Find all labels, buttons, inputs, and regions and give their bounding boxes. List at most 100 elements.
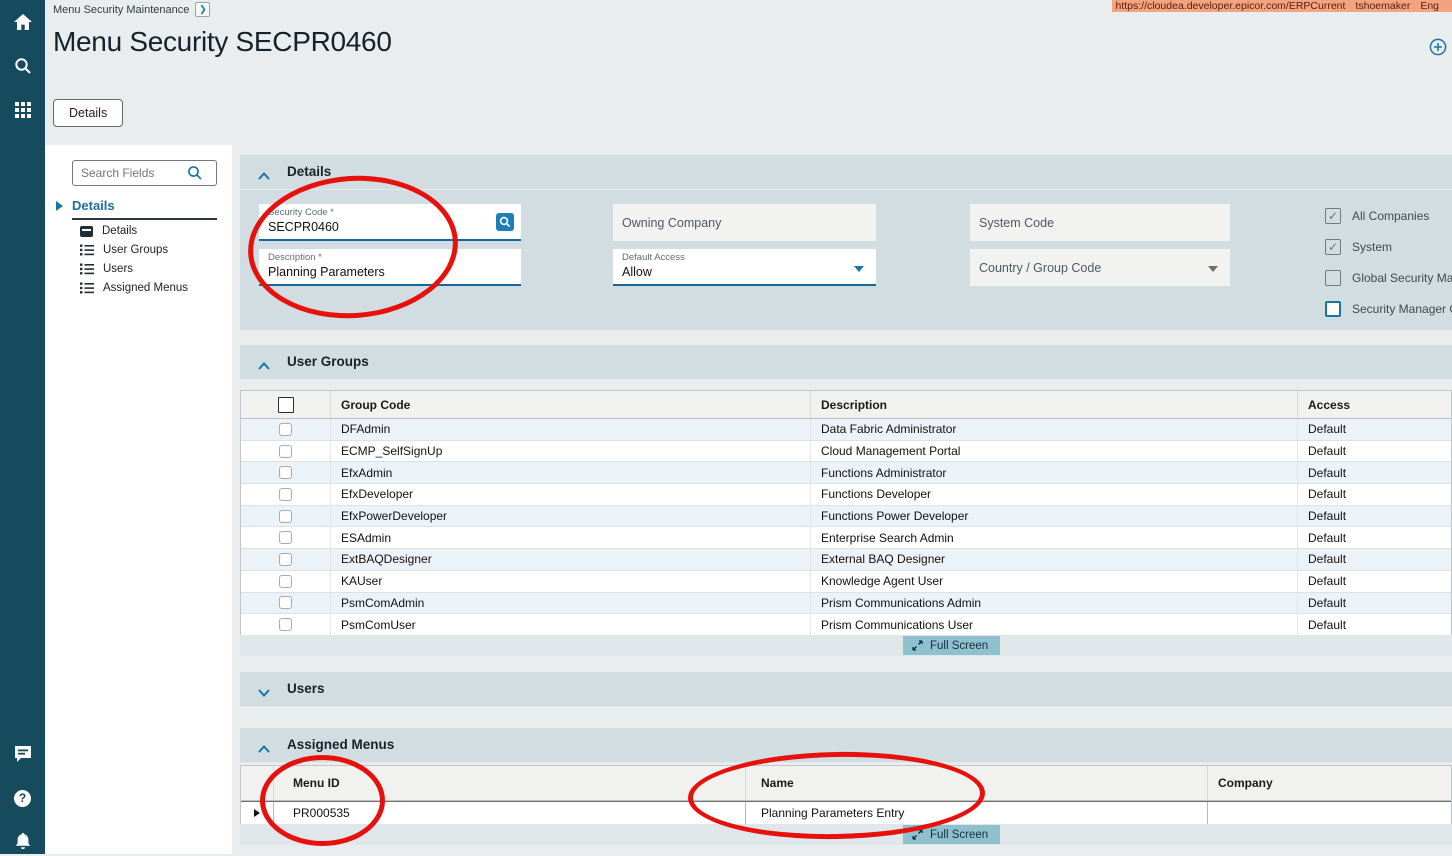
cell-access[interactable]: Default [1298,593,1451,614]
user-group-row[interactable]: EfxAdminFunctions AdministratorDefault [241,462,1451,484]
row-select-cell[interactable] [241,593,331,614]
collapse-chevron-icon[interactable] [258,740,270,758]
checkbox-box[interactable] [1325,301,1341,317]
lookup-search-icon[interactable] [496,213,514,231]
cell-access[interactable]: Default [1298,549,1451,570]
row-checkbox[interactable] [279,488,292,501]
cell-description[interactable]: Prism Communications Admin [811,593,1298,614]
expand-chevron-icon[interactable] [258,684,270,702]
dropdown-caret-icon[interactable] [854,266,864,272]
row-select-cell[interactable] [241,571,331,592]
add-new-icon[interactable] [1429,38,1447,61]
tree-header-details[interactable]: Details [72,198,115,213]
row-checkbox[interactable] [279,531,292,544]
description-field[interactable]: Description * Planning Parameters [259,249,521,286]
cell-description[interactable]: External BAQ Designer [811,549,1298,570]
security-code-field[interactable]: Security Code * SECPR0460 [259,204,521,241]
breadcrumb-chevron-button[interactable]: ❯ [195,2,210,17]
checkbox-security-manager-o[interactable]: Security Manager O [1325,301,1452,317]
collapse-chevron-icon[interactable] [258,357,270,375]
users-section-header[interactable]: Users [240,672,1452,707]
user-group-row[interactable]: EfxDeveloperFunctions DeveloperDefault [241,484,1451,506]
tab-details[interactable]: Details [53,99,123,127]
column-header-menu-id[interactable]: Menu ID [274,766,746,800]
user-group-row[interactable]: ExtBAQDesignerExternal BAQ DesignerDefau… [241,549,1451,571]
cell-name[interactable]: Planning Parameters Entry [746,802,1208,824]
chat-icon[interactable] [0,740,45,768]
row-select-cell[interactable] [241,441,331,462]
row-select-cell[interactable] [241,506,331,527]
sidebar-item-users[interactable]: Users [80,260,133,278]
user-group-row[interactable]: ESAdminEnterprise Search AdminDefault [241,527,1451,549]
row-select-cell[interactable] [241,527,331,548]
cell-company[interactable] [1208,802,1451,824]
notifications-bell-icon[interactable] [0,828,45,856]
sidebar-item-assigned-menus[interactable]: Assigned Menus [80,279,188,297]
cell-group-code[interactable]: DFAdmin [331,419,811,440]
cell-access[interactable]: Default [1298,506,1451,527]
home-icon[interactable] [0,8,45,36]
cell-group-code[interactable]: EfxPowerDeveloper [331,506,811,527]
cell-group-code[interactable]: EfxDeveloper [331,484,811,505]
cell-description[interactable]: Cloud Management Portal [811,441,1298,462]
row-checkbox[interactable] [279,510,292,523]
row-checkbox[interactable] [279,466,292,479]
full-screen-button[interactable]: Full Screen [903,825,1000,844]
cell-group-code[interactable]: ESAdmin [331,527,811,548]
cell-access[interactable]: Default [1298,614,1451,635]
user-group-row[interactable]: PsmComUserPrism Communications UserDefau… [241,614,1451,636]
cell-access[interactable]: Default [1298,571,1451,592]
row-select-cell[interactable] [241,419,331,440]
cell-access[interactable]: Default [1298,527,1451,548]
user-group-row[interactable]: KAUserKnowledge Agent UserDefault [241,571,1451,593]
cell-description[interactable]: Data Fabric Administrator [811,419,1298,440]
cell-description[interactable]: Functions Developer [811,484,1298,505]
user-group-row[interactable]: ECMP_SelfSignUpCloud Management PortalDe… [241,441,1451,463]
assigned-menu-row[interactable]: PR000535Planning Parameters Entry [241,801,1451,825]
column-header-name[interactable]: Name [746,766,1208,800]
full-screen-button[interactable]: Full Screen [903,636,1000,655]
cell-group-code[interactable]: PsmComUser [331,614,811,635]
default-access-dropdown[interactable]: Default Access Allow [613,249,876,286]
cell-group-code[interactable]: ExtBAQDesigner [331,549,811,570]
sidebar-item-user-groups[interactable]: User Groups [80,241,168,259]
row-checkbox[interactable] [279,618,292,631]
cell-description[interactable]: Knowledge Agent User [811,571,1298,592]
help-icon[interactable]: ? [0,784,45,812]
assigned-menus-section-header[interactable]: Assigned Menus [240,728,1452,763]
row-select-cell[interactable] [241,614,331,635]
user-groups-section-header[interactable]: User Groups [240,345,1452,380]
cell-group-code[interactable]: PsmComAdmin [331,593,811,614]
column-header-group-code[interactable]: Group Code [331,391,811,418]
sidebar-item-details[interactable]: Details [80,222,137,240]
column-header-company[interactable]: Company [1208,766,1451,800]
search-icon[interactable] [0,52,45,80]
cell-group-code[interactable]: ECMP_SelfSignUp [331,441,811,462]
row-checkbox[interactable] [279,575,292,588]
collapse-chevron-icon[interactable] [258,167,270,185]
user-group-row[interactable]: PsmComAdminPrism Communications AdminDef… [241,593,1451,615]
row-select-cell[interactable] [241,484,331,505]
cell-group-code[interactable]: EfxAdmin [331,462,811,483]
row-checkbox[interactable] [279,445,292,458]
details-section-header[interactable]: Details [240,155,1452,190]
cell-access[interactable]: Default [1298,462,1451,483]
search-fields-input[interactable] [73,166,185,180]
row-selector-cell[interactable] [241,802,274,824]
row-checkbox[interactable] [279,596,292,609]
column-header-access[interactable]: Access [1298,391,1451,418]
cell-description[interactable]: Enterprise Search Admin [811,527,1298,548]
cell-access[interactable]: Default [1298,484,1451,505]
apps-grid-icon[interactable] [0,96,45,124]
row-checkbox[interactable] [279,553,292,566]
cell-description[interactable]: Functions Power Developer [811,506,1298,527]
cell-access[interactable]: Default [1298,419,1451,440]
cell-description[interactable]: Prism Communications User [811,614,1298,635]
user-group-row[interactable]: EfxPowerDeveloperFunctions Power Develop… [241,506,1451,528]
row-checkbox[interactable] [279,423,292,436]
cell-access[interactable]: Default [1298,441,1451,462]
select-all-checkbox[interactable] [278,397,294,413]
cell-description[interactable]: Functions Administrator [811,462,1298,483]
cell-group-code[interactable]: KAUser [331,571,811,592]
cell-menu-id[interactable]: PR000535 [274,802,746,824]
